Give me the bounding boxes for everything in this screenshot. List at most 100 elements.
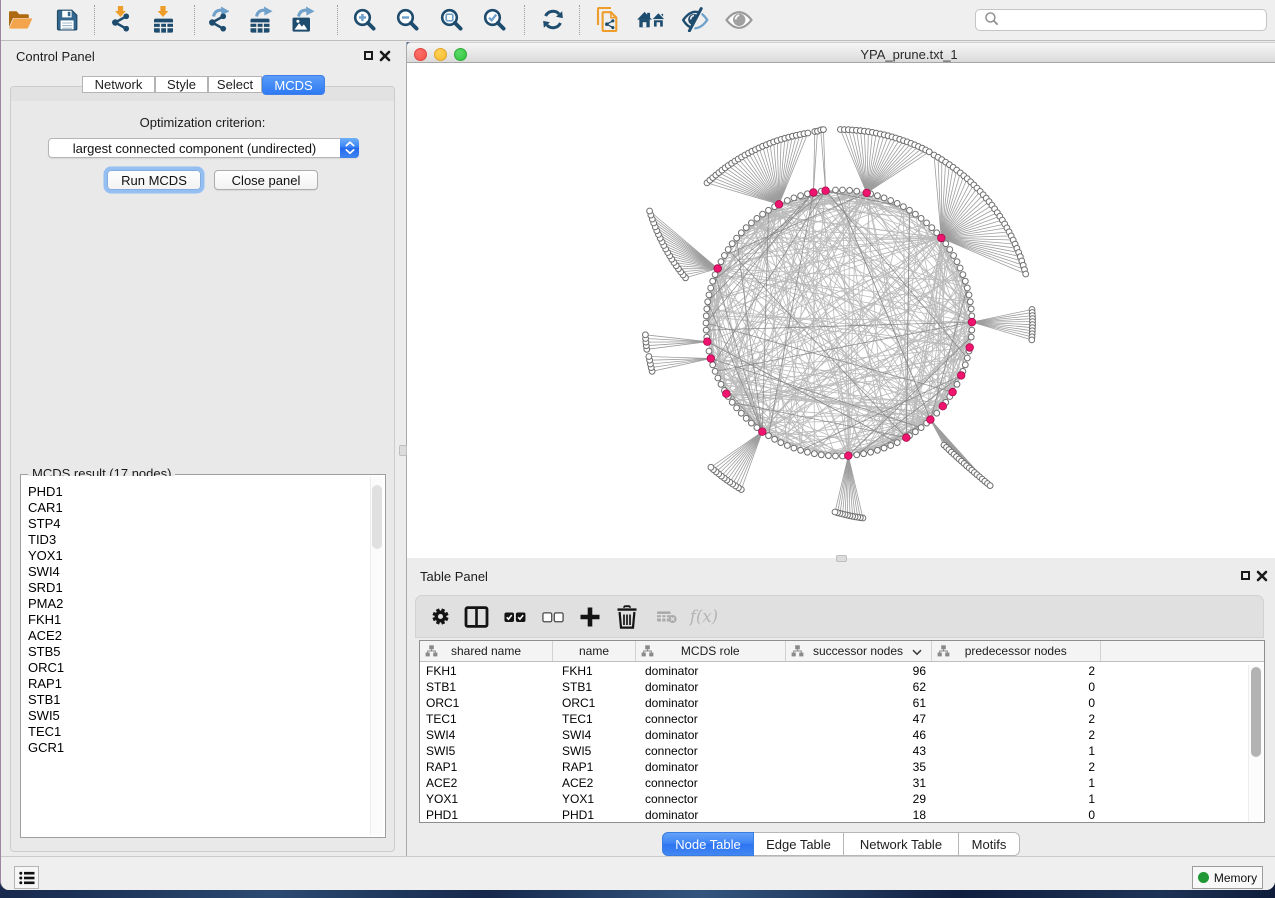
mcds-result-item[interactable]: SWI4 [22,564,384,580]
cell-predecessor_nodes[interactable]: 1 [1015,791,1095,807]
table-row-RAP1[interactable]: RAP1 RAP1 dominator 35 2 [420,759,1264,775]
mcds-result-item[interactable]: PHD1 [22,484,384,500]
vertical-splitter-grip[interactable] [399,445,407,456]
tab-edge-table[interactable]: Edge Table [754,832,844,856]
table-row-PHD1[interactable]: PHD1PHD1dominator180 [420,807,1264,822]
cell-mcds_role[interactable]: dominator [645,679,698,695]
cell-predecessor_nodes[interactable]: 2 [1015,727,1095,743]
column-header-successor_nodes[interactable]: successor nodes [786,641,932,661]
close-panel-button-mcds[interactable]: Close panel [214,170,318,190]
table-row-YOX1[interactable]: YOX1YOX1connector291 [420,791,1264,807]
cell-name[interactable]: STB1 [562,679,592,695]
show-panel-button[interactable] [725,7,753,35]
cell-shared_name[interactable]: ORC1 [426,695,459,711]
tab-motifs[interactable]: Motifs [959,832,1020,856]
add-button[interactable] [573,606,607,630]
mcds-result-item[interactable]: STP4 [22,516,384,532]
zoom-in-button[interactable] [350,7,378,35]
cell-successor_nodes[interactable]: 61 [846,695,926,711]
mcds-result-item[interactable]: RAP1 [22,676,384,692]
cell-mcds_role[interactable]: dominator [645,727,698,743]
cell-mcds_role[interactable]: dominator [645,695,698,711]
mcds-result-item[interactable]: ACE2 [22,628,384,644]
show-all-networks-button[interactable] [637,7,665,35]
column-header-predecessor_nodes[interactable]: predecessor nodes [932,641,1102,661]
task-history-button[interactable] [14,866,39,889]
select-all-button[interactable] [498,606,532,630]
cell-successor_nodes[interactable]: 96 [846,663,926,679]
cell-shared_name[interactable]: SWI5 [426,743,455,759]
cell-name[interactable]: SWI5 [562,743,591,759]
cell-mcds_role[interactable]: dominator [645,759,698,775]
mcds-result-item[interactable]: TEC1 [22,724,384,740]
cell-mcds_role[interactable]: connector [645,743,698,759]
mcds-result-item[interactable]: CAR1 [22,500,384,516]
cell-mcds_role[interactable]: connector [645,775,698,791]
cell-mcds_role[interactable]: connector [645,791,698,807]
mcds-result-item[interactable]: ORC1 [22,660,384,676]
refresh-button[interactable] [539,7,567,35]
table-float-panel-button[interactable] [1241,571,1250,580]
cell-successor_nodes[interactable]: 29 [846,791,926,807]
cell-predecessor_nodes[interactable]: 2 [1015,759,1095,775]
table-row-SWI4[interactable]: SWI4SWI4dominator462 [420,727,1264,743]
tab-style[interactable]: Style [155,76,208,93]
sort-chevron-icon[interactable] [912,649,922,656]
table-row-SWI5[interactable]: SWI5SWI5connector431 [420,743,1264,759]
cell-shared_name[interactable]: PHD1 [426,807,458,822]
cell-shared_name[interactable]: FKH1 [426,663,457,679]
cell-name[interactable]: RAP1 [562,759,593,775]
zoom-selected-button[interactable] [480,7,508,35]
cell-successor_nodes[interactable]: 62 [846,679,926,695]
cell-successor_nodes[interactable]: 46 [846,727,926,743]
cell-predecessor_nodes[interactable]: 1 [1015,775,1095,791]
network-graph[interactable] [407,64,1275,558]
column-header-mcds_role[interactable]: MCDS role [636,641,786,661]
cell-shared_name[interactable]: RAP1 [426,759,457,775]
run-mcds-button[interactable]: Run MCDS [107,170,201,190]
deselect-all-button[interactable] [536,606,570,630]
mcds-result-list[interactable]: PHD1CAR1STP4TID3YOX1SWI4SRD1PMA2FKH1ACE2… [22,476,384,836]
cell-name[interactable]: TEC1 [562,711,593,727]
zoom-fit-button[interactable] [437,7,465,35]
column-header-name[interactable]: name [553,641,636,661]
mcds-list-scrollbar[interactable] [370,477,383,835]
cell-predecessor_nodes[interactable]: 0 [1015,695,1095,711]
mcds-result-item[interactable]: SRD1 [22,580,384,596]
mcds-result-item[interactable]: SWI5 [22,708,384,724]
table-row-ORC1[interactable]: ORC1 ORC1 dominator 61 0 [420,695,1264,711]
open-folder-button[interactable] [6,7,34,35]
criterion-dropdown[interactable]: largest connected component (undirected) [48,138,359,158]
search-input[interactable] [1000,11,1266,29]
float-panel-button[interactable] [364,51,373,60]
cell-successor_nodes[interactable]: 43 [846,743,926,759]
memory-button[interactable]: Memory [1192,866,1263,889]
mcds-list-scrollbar-thumb[interactable] [372,485,382,549]
cell-name[interactable]: ORC1 [562,695,595,711]
tab-node-table[interactable]: Node Table [662,832,754,856]
table-row-FKH1[interactable]: FKH1FKH1dominator962 [420,663,1264,679]
delete-button[interactable] [610,606,644,630]
cell-shared_name[interactable]: YOX1 [426,791,458,807]
table-scrollbar[interactable] [1248,665,1263,822]
mcds-result-item[interactable]: FKH1 [22,612,384,628]
table-scrollbar-thumb[interactable] [1251,667,1261,757]
cell-mcds_role[interactable]: dominator [645,663,698,679]
table-row-TEC1[interactable]: TEC1TEC1connector472 [420,711,1264,727]
export-table-button[interactable] [248,7,276,35]
hide-panel-button[interactable] [681,7,709,35]
network-canvas[interactable] [407,64,1275,558]
import-network-button[interactable] [106,7,134,35]
gear-button[interactable] [423,606,457,630]
cell-name[interactable]: ACE2 [562,775,593,791]
split-panel-button[interactable] [459,606,493,630]
table-close-panel-button[interactable] [1256,570,1268,582]
cell-successor_nodes[interactable]: 18 [846,807,926,822]
tab-network-table[interactable]: Network Table [844,832,959,856]
cell-successor_nodes[interactable]: 35 [846,759,926,775]
clone-network-button[interactable] [593,7,621,35]
mcds-result-item[interactable]: YOX1 [22,548,384,564]
mcds-result-item[interactable]: PMA2 [22,596,384,612]
mcds-result-item[interactable]: GCR1 [22,740,384,756]
cell-shared_name[interactable]: STB1 [426,679,456,695]
